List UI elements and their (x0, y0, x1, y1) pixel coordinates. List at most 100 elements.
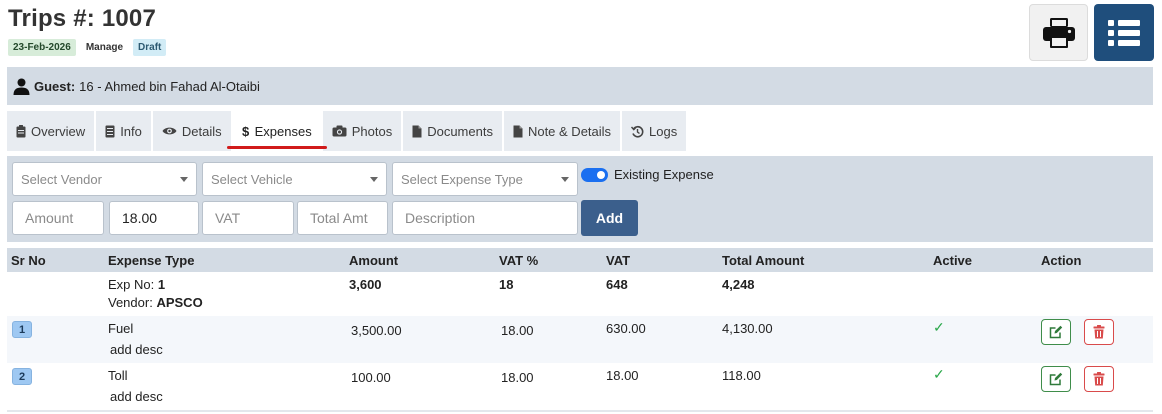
vat-input[interactable]: VAT (202, 201, 294, 235)
total-amount-placeholder: Total Amt (310, 210, 368, 226)
vendor-select[interactable]: Select Vendor (12, 162, 197, 196)
sr-no-badge: 1 (12, 321, 32, 338)
tab-photos[interactable]: Photos (322, 111, 402, 151)
caret-down-icon (180, 177, 188, 182)
vat-percent-cell: 18.00 (501, 323, 534, 338)
vehicle-select[interactable]: Select Vehicle (202, 162, 387, 196)
edit-icon (1049, 372, 1063, 386)
summary-amount: 3,600 (349, 277, 382, 292)
expense-type-select[interactable]: Select Expense Type (392, 162, 578, 196)
vat-cell: 630.00 (606, 321, 646, 336)
add-description-link[interactable]: add desc (110, 342, 163, 357)
eye-icon (162, 127, 177, 135)
existing-expense-toggle[interactable] (581, 167, 608, 182)
document-icon (105, 125, 115, 137)
tab-label: Logs (649, 123, 678, 139)
summary-vat-percent: 18 (499, 277, 514, 292)
amount-cell: 3,500.00 (351, 323, 402, 338)
header-badges: 23-Feb-2026 Manage Draft (8, 39, 167, 56)
summary-total: 4,248 (722, 277, 755, 292)
vehicle-select-placeholder: Select Vehicle (211, 171, 293, 187)
caret-down-icon (370, 177, 378, 182)
vat-percent-value: 18.00 (122, 210, 158, 226)
toggle-knob (597, 170, 605, 179)
tab-label: Expenses (254, 123, 312, 139)
description-input[interactable]: Description (392, 201, 578, 235)
edit-button[interactable] (1041, 319, 1071, 345)
camera-icon (332, 125, 347, 137)
expense-form: Select Vendor Select Vehicle Select Expe… (7, 156, 1153, 242)
expenses-table: Sr No Expense Type Amount VAT % VAT Tota… (7, 248, 1153, 412)
tab-documents[interactable]: Documents (403, 111, 502, 151)
active-check-icon: ✓ (933, 366, 945, 382)
exp-no-value: 1 (157, 277, 166, 292)
manage-badge[interactable]: Manage (82, 39, 127, 56)
table-bottom-border (7, 410, 1153, 412)
vendor-value: APSCO (156, 295, 203, 310)
table-header: Sr No Expense Type Amount VAT % VAT Tota… (7, 248, 1153, 272)
expense-type-cell: Toll (108, 368, 128, 383)
tab-info[interactable]: Info (96, 111, 151, 151)
expense-type-select-placeholder: Select Expense Type (401, 171, 523, 187)
tab-details[interactable]: Details (152, 111, 231, 151)
vat-percent-input[interactable]: 18.00 (109, 201, 199, 235)
edit-icon (1049, 325, 1063, 339)
description-placeholder: Description (405, 210, 476, 226)
total-amount-cell: 4,130.00 (722, 321, 773, 336)
vendor-label: Vendor: (108, 295, 153, 310)
total-amount-cell: 118.00 (722, 368, 761, 383)
file-icon (412, 125, 422, 137)
caret-down-icon (561, 177, 569, 182)
vat-cell: 18.00 (606, 368, 639, 383)
tab-label: Overview (31, 123, 86, 139)
amount-placeholder: Amount (25, 210, 74, 226)
vendor-line: Vendor: APSCO (108, 295, 203, 310)
exp-no-line: Exp No: 1 (108, 277, 165, 292)
tab-logs[interactable]: Logs (622, 111, 687, 151)
print-button[interactable] (1029, 4, 1088, 61)
page-title: Trips #: 1007 (8, 5, 157, 32)
edit-button[interactable] (1041, 366, 1071, 392)
user-icon (13, 78, 30, 95)
tab-overview[interactable]: Overview (7, 111, 95, 151)
printer-icon (1042, 17, 1075, 48)
dollar-icon: $ (242, 125, 250, 138)
history-icon (631, 125, 644, 137)
total-amount-input[interactable]: Total Amt (297, 201, 388, 235)
tab-note-details[interactable]: Note & Details (503, 111, 621, 151)
delete-button[interactable] (1084, 319, 1114, 345)
table-row: 1 Fuel add desc 3,500.00 18.00 630.00 4,… (7, 316, 1153, 363)
delete-button[interactable] (1084, 366, 1114, 392)
file-icon (513, 125, 523, 137)
amount-input[interactable]: Amount (12, 201, 104, 235)
tab-label: Details (181, 123, 222, 139)
expense-summary-row: Exp No: 1 Vendor: APSCO 3,600 18 648 4,2… (7, 272, 1153, 316)
col-header-vat-percent: VAT % (499, 253, 539, 268)
summary-vat: 648 (606, 277, 628, 292)
date-badge: 23-Feb-2026 (8, 39, 76, 56)
list-view-button[interactable] (1094, 4, 1154, 61)
tab-label: Note & Details (527, 123, 612, 139)
sr-no-badge: 2 (12, 368, 32, 385)
status-badge: Draft (133, 39, 167, 56)
expense-type-cell: Fuel (108, 321, 134, 336)
trash-icon (1093, 325, 1105, 339)
tab-label: Photos (351, 123, 393, 139)
add-description-link[interactable]: add desc (110, 389, 163, 404)
add-button[interactable]: Add (581, 200, 638, 236)
col-header-action: Action (1041, 253, 1082, 268)
guest-label: Guest: (34, 78, 76, 94)
col-header-amount: Amount (349, 253, 399, 268)
svg-text:$: $ (242, 125, 250, 138)
tab-expenses[interactable]: $ Expenses (226, 111, 327, 151)
vat-placeholder: VAT (215, 210, 241, 226)
vendor-select-placeholder: Select Vendor (21, 171, 102, 187)
trash-icon (1093, 372, 1105, 386)
col-header-expense-type: Expense Type (108, 253, 195, 268)
guest-value: 16 - Ahmed bin Fahad Al-Otaibi (79, 78, 260, 94)
existing-expense-label: Existing Expense (614, 167, 714, 182)
existing-expense-toggle-group: Existing Expense (581, 167, 714, 182)
tab-label: Info (120, 123, 142, 139)
clipboard-icon (16, 124, 26, 137)
exp-no-label: Exp No: (108, 277, 155, 292)
